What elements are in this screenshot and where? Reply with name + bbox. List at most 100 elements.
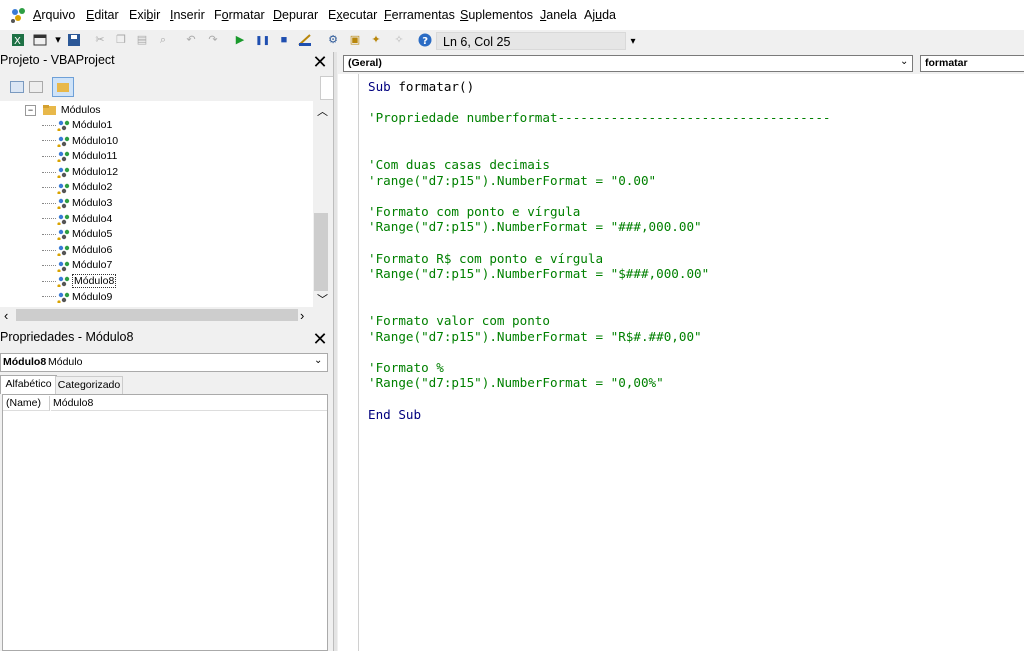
menu-item[interactable]: Executar — [328, 8, 377, 22]
folder-label: Módulos — [60, 104, 101, 116]
view-excel-icon[interactable]: X — [11, 33, 25, 47]
project-panel-scroll-top[interactable] — [320, 76, 334, 100]
menu-item[interactable]: Formatar — [214, 8, 265, 22]
tree-module-item[interactable]: Módulo2 — [42, 180, 112, 195]
scroll-up-icon[interactable]: ︿ — [317, 103, 328, 119]
toolbar-options-icon[interactable]: ▾ — [626, 35, 640, 49]
dropdown-arrow-icon[interactable]: ▾ — [51, 33, 65, 47]
menu-item[interactable]: Ferramentas — [384, 8, 455, 22]
project-tree-vscrollbar[interactable]: ︿ ﹀ — [313, 101, 330, 307]
object-selector-dropdown[interactable]: Módulo8 Módulo ⌄ — [0, 353, 328, 372]
redo-icon[interactable]: ↷ — [206, 33, 220, 47]
object-selector-name: Módulo8 — [3, 356, 47, 368]
close-properties-panel-icon[interactable]: ✕ — [312, 330, 328, 348]
code-line: 'Formato com ponto e vírgula — [368, 203, 581, 219]
menu-item[interactable]: Suplementos — [460, 8, 533, 22]
reset-icon[interactable]: ■ — [277, 33, 291, 47]
chevron-down-icon: ⌄ — [314, 355, 323, 366]
tree-module-item[interactable]: Módulo5 — [42, 227, 112, 242]
code-line: 'Formato R$ com ponto e vírgula — [368, 250, 604, 266]
module-icon — [57, 292, 70, 303]
menu-item[interactable]: Editar — [86, 8, 119, 22]
break-icon[interactable]: ❚❚ — [255, 33, 270, 47]
code-editor[interactable]: Sub formatar() 'Propriedade numberformat-… — [360, 74, 1024, 651]
module-label: Módulo11 — [72, 150, 118, 163]
menu-item[interactable]: Arquivo — [33, 8, 75, 22]
property-value-cell[interactable]: Módulo8 — [51, 396, 327, 411]
project-panel-title: Projeto - VBAProject — [0, 53, 115, 67]
project-explorer-icon[interactable]: ⚙ — [326, 33, 340, 47]
toggle-folders-icon[interactable] — [52, 77, 74, 97]
module-label: Módulo8 — [72, 274, 117, 288]
view-code-icon[interactable] — [10, 81, 24, 93]
menu-item[interactable]: Janela — [540, 8, 577, 22]
cut-icon[interactable]: ✂ — [93, 33, 107, 47]
object-dropdown-value: (Geral) — [348, 57, 382, 69]
project-tree-hscrollbar[interactable]: ‹ › — [0, 307, 330, 324]
module-label: Módulo10 — [72, 134, 119, 147]
code-line: 'Range("d7:p15").NumberFormat = "###,000… — [368, 219, 702, 235]
scroll-left-icon[interactable]: ‹ — [4, 308, 8, 323]
module-icon — [57, 245, 70, 257]
insert-module-icon[interactable] — [33, 33, 47, 47]
design-mode-icon[interactable] — [298, 33, 312, 47]
menu-item[interactable]: Depurar — [273, 8, 318, 22]
chevron-down-icon: ⌄ — [900, 56, 909, 67]
undo-icon[interactable]: ↶ — [184, 33, 198, 47]
tab-alfabetico[interactable]: Alfabético — [0, 375, 57, 394]
module-label: Módulo12 — [72, 165, 119, 178]
tab-categorizado[interactable]: Categorizado — [55, 376, 123, 394]
scroll-right-icon[interactable]: › — [300, 308, 304, 323]
find-icon[interactable]: ⌕ — [156, 33, 170, 47]
collapse-icon[interactable]: − — [25, 104, 36, 116]
svg-text:X: X — [14, 36, 21, 47]
tree-module-item[interactable]: Módulo8 — [42, 274, 117, 289]
margin-indicator-bar[interactable] — [338, 74, 359, 651]
help-icon[interactable]: ? — [418, 33, 432, 47]
menu-item[interactable]: Inserir — [170, 8, 205, 22]
code-line: Sub formatar() — [368, 79, 475, 94]
module-label: Módulo4 — [72, 212, 113, 225]
object-dropdown[interactable]: (Geral) ⌄ — [343, 55, 913, 72]
module-icon — [57, 121, 70, 132]
code-line: 'Range("d7:p15").NumberFormat = "R$#.##0… — [368, 328, 702, 344]
toolbox-icon[interactable]: ✧ — [392, 33, 406, 47]
tree-module-item[interactable]: Módulo4 — [42, 212, 112, 227]
procedure-dropdown-value: formatar — [925, 57, 968, 69]
code-line: 'Range("d7:p15").NumberFormat = "$###,00… — [368, 266, 710, 282]
code-line: 'range("d7:p15").NumberFormat = "0.00" — [368, 172, 657, 188]
scroll-thumb[interactable] — [314, 213, 328, 291]
menu-item[interactable]: Exibir — [129, 8, 160, 22]
tree-module-item[interactable]: Módulo11 — [42, 149, 117, 164]
tree-folder-modulos[interactable]: − Módulos — [25, 103, 101, 118]
code-line: 'Formato % — [368, 359, 444, 375]
properties-panel-title: Propriedades - Módulo8 — [0, 330, 134, 344]
tree-module-item[interactable]: Módulo12 — [42, 165, 118, 180]
object-browser-icon[interactable]: ✦ — [369, 33, 383, 47]
tree-module-item[interactable]: Módulo9 — [42, 290, 112, 305]
scroll-down-icon[interactable]: ﹀ — [317, 291, 328, 307]
save-icon[interactable] — [67, 33, 81, 47]
tree-module-item[interactable]: Módulo6 — [42, 243, 112, 258]
tree-module-item[interactable]: Módulo3 — [42, 196, 112, 211]
tree-module-item[interactable]: Módulo7 — [42, 258, 112, 273]
module-label: Módulo9 — [72, 290, 113, 303]
properties-window-icon[interactable]: ▣ — [348, 33, 362, 47]
panel-splitter[interactable] — [333, 52, 337, 651]
tree-module-item[interactable]: Módulo1 — [42, 118, 112, 133]
hscroll-thumb[interactable] — [16, 309, 298, 321]
paste-icon[interactable]: ▤ — [135, 33, 149, 47]
close-project-panel-icon[interactable]: ✕ — [312, 53, 328, 71]
project-panel-header: Projeto - VBAProject ✕ — [0, 53, 333, 75]
module-label: Módulo2 — [72, 181, 113, 194]
module-icon — [57, 214, 70, 225]
view-object-icon[interactable] — [29, 81, 43, 93]
menu-item[interactable]: Ajuda — [584, 8, 616, 22]
copy-icon[interactable]: ❐ — [114, 33, 128, 47]
code-line: 'Propriedade numberformat---------------… — [368, 110, 831, 126]
code-line: 'Com duas casas decimais — [368, 157, 550, 172]
module-label: Módulo1 — [72, 119, 113, 131]
tree-module-item[interactable]: Módulo10 — [42, 134, 118, 149]
procedure-dropdown[interactable]: formatar — [920, 55, 1024, 72]
run-icon[interactable]: ▶ — [233, 33, 247, 47]
